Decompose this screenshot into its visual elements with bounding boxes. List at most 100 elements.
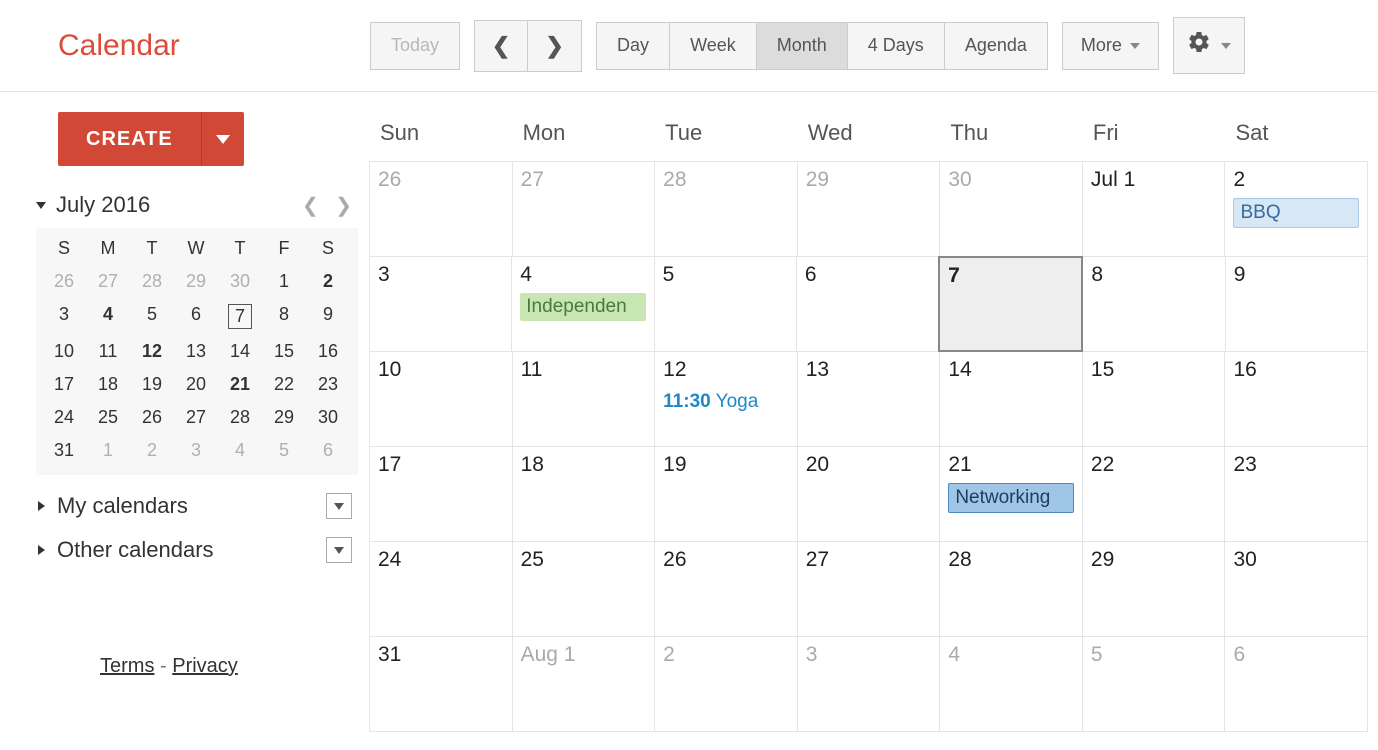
calendar-day-cell[interactable]: 30 [1224, 541, 1368, 637]
calendar-day-cell[interactable]: 6 [1224, 636, 1368, 732]
mini-day-cell[interactable]: 17 [42, 368, 86, 401]
mini-day-cell[interactable]: 15 [262, 335, 306, 368]
calendar-day-cell[interactable]: 3 [797, 636, 941, 732]
mini-day-cell[interactable]: 20 [174, 368, 218, 401]
view-week-button[interactable]: Week [670, 22, 757, 70]
calendar-day-cell[interactable]: Aug 1 [512, 636, 656, 732]
mini-next-button[interactable]: ❯ [329, 195, 358, 217]
calendar-day-cell[interactable]: 15 [1082, 351, 1226, 447]
calendar-day-cell[interactable]: 26 [369, 161, 513, 257]
calendar-day-cell[interactable]: 4Independen [511, 256, 654, 352]
calendar-day-cell[interactable]: 20 [797, 446, 941, 542]
calendar-day-cell[interactable]: 8 [1082, 256, 1225, 352]
calendar-day-cell[interactable]: 10 [369, 351, 513, 447]
create-dropdown[interactable] [201, 112, 244, 166]
mini-prev-button[interactable]: ❮ [296, 195, 325, 217]
calendar-day-cell[interactable]: 14 [939, 351, 1083, 447]
mini-day-cell[interactable]: 10 [42, 335, 86, 368]
calendar-day-cell[interactable]: Jul 1 [1082, 161, 1226, 257]
mini-day-cell[interactable]: 4 [218, 434, 262, 467]
mini-day-cell[interactable]: 23 [306, 368, 350, 401]
calendar-day-cell[interactable]: 28 [939, 541, 1083, 637]
calendar-day-cell[interactable]: 29 [797, 161, 941, 257]
calendar-day-cell[interactable]: 9 [1225, 256, 1368, 352]
calendar-day-cell[interactable]: 27 [512, 161, 656, 257]
calendar-day-cell[interactable]: 19 [654, 446, 798, 542]
mini-day-cell[interactable]: 2 [130, 434, 174, 467]
calendar-day-cell[interactable]: 3 [369, 256, 512, 352]
calendar-day-cell[interactable]: 5 [654, 256, 797, 352]
mini-day-cell[interactable]: 27 [174, 401, 218, 434]
mini-day-cell[interactable]: 6 [174, 298, 218, 335]
calendar-day-cell[interactable]: 24 [369, 541, 513, 637]
view-agenda-button[interactable]: Agenda [945, 22, 1048, 70]
calendar-day-cell[interactable]: 23 [1224, 446, 1368, 542]
mini-day-cell[interactable]: 24 [42, 401, 86, 434]
view-day-button[interactable]: Day [596, 22, 670, 70]
mini-day-cell[interactable]: 21 [218, 368, 262, 401]
mini-day-cell[interactable]: 5 [262, 434, 306, 467]
triangle-down-icon[interactable] [36, 202, 46, 209]
mini-day-cell[interactable]: 28 [130, 265, 174, 298]
mini-day-cell[interactable]: 1 [262, 265, 306, 298]
mini-day-cell[interactable]: 26 [42, 265, 86, 298]
calendar-section[interactable]: My calendars [0, 475, 370, 519]
mini-day-cell[interactable]: 8 [262, 298, 306, 335]
view-4-days-button[interactable]: 4 Days [848, 22, 945, 70]
event[interactable]: Networking [948, 483, 1074, 513]
mini-day-cell[interactable]: 19 [130, 368, 174, 401]
mini-day-cell[interactable]: 9 [306, 298, 350, 335]
next-button[interactable]: ❯ [528, 20, 582, 72]
mini-day-cell[interactable]: 12 [130, 335, 174, 368]
calendar-section-dropdown[interactable] [326, 493, 352, 519]
calendar-day-cell[interactable]: 21Networking [939, 446, 1083, 542]
mini-day-cell[interactable]: 7 [218, 298, 262, 335]
event[interactable]: 11:30 Yoga [663, 388, 789, 416]
mini-day-cell[interactable]: 3 [42, 298, 86, 335]
mini-day-cell[interactable]: 29 [262, 401, 306, 434]
calendar-day-cell[interactable]: 18 [512, 446, 656, 542]
calendar-day-cell[interactable]: 4 [939, 636, 1083, 732]
calendar-day-cell[interactable]: 27 [797, 541, 941, 637]
mini-day-cell[interactable]: 18 [86, 368, 130, 401]
mini-day-cell[interactable]: 6 [306, 434, 350, 467]
today-button[interactable]: Today [370, 22, 460, 70]
mini-day-cell[interactable]: 31 [42, 434, 86, 467]
prev-button[interactable]: ❮ [474, 20, 528, 72]
more-button[interactable]: More [1062, 22, 1159, 70]
calendar-day-cell[interactable]: 22 [1082, 446, 1226, 542]
event[interactable]: BBQ [1233, 198, 1359, 228]
mini-day-cell[interactable]: 30 [306, 401, 350, 434]
privacy-link[interactable]: Privacy [172, 655, 238, 677]
mini-day-cell[interactable]: 5 [130, 298, 174, 335]
settings-button[interactable] [1173, 17, 1245, 74]
mini-day-cell[interactable]: 28 [218, 401, 262, 434]
calendar-day-cell[interactable]: 6 [796, 256, 939, 352]
mini-day-cell[interactable]: 29 [174, 265, 218, 298]
calendar-day-cell[interactable]: 17 [369, 446, 513, 542]
mini-day-cell[interactable]: 1 [86, 434, 130, 467]
mini-day-cell[interactable]: 30 [218, 265, 262, 298]
calendar-day-cell[interactable]: 2BBQ [1224, 161, 1368, 257]
mini-day-cell[interactable]: 13 [174, 335, 218, 368]
calendar-day-cell[interactable]: 31 [369, 636, 513, 732]
calendar-day-cell[interactable]: 25 [512, 541, 656, 637]
calendar-day-cell[interactable]: 26 [654, 541, 798, 637]
calendar-day-cell[interactable]: 16 [1224, 351, 1368, 447]
calendar-section[interactable]: Other calendars [0, 519, 370, 563]
mini-day-cell[interactable]: 25 [86, 401, 130, 434]
mini-day-cell[interactable]: 22 [262, 368, 306, 401]
mini-day-cell[interactable]: 16 [306, 335, 350, 368]
mini-day-cell[interactable]: 11 [86, 335, 130, 368]
mini-day-cell[interactable]: 4 [86, 298, 130, 335]
mini-day-cell[interactable]: 27 [86, 265, 130, 298]
calendar-day-cell[interactable]: 5 [1082, 636, 1226, 732]
calendar-day-cell[interactable]: 7 [938, 256, 1083, 352]
calendar-day-cell[interactable]: 2 [654, 636, 798, 732]
calendar-day-cell[interactable]: 11 [512, 351, 656, 447]
calendar-day-cell[interactable]: 29 [1082, 541, 1226, 637]
view-month-button[interactable]: Month [757, 22, 848, 70]
mini-day-cell[interactable]: 2 [306, 265, 350, 298]
event[interactable]: Independen [520, 293, 645, 321]
mini-day-cell[interactable]: 3 [174, 434, 218, 467]
